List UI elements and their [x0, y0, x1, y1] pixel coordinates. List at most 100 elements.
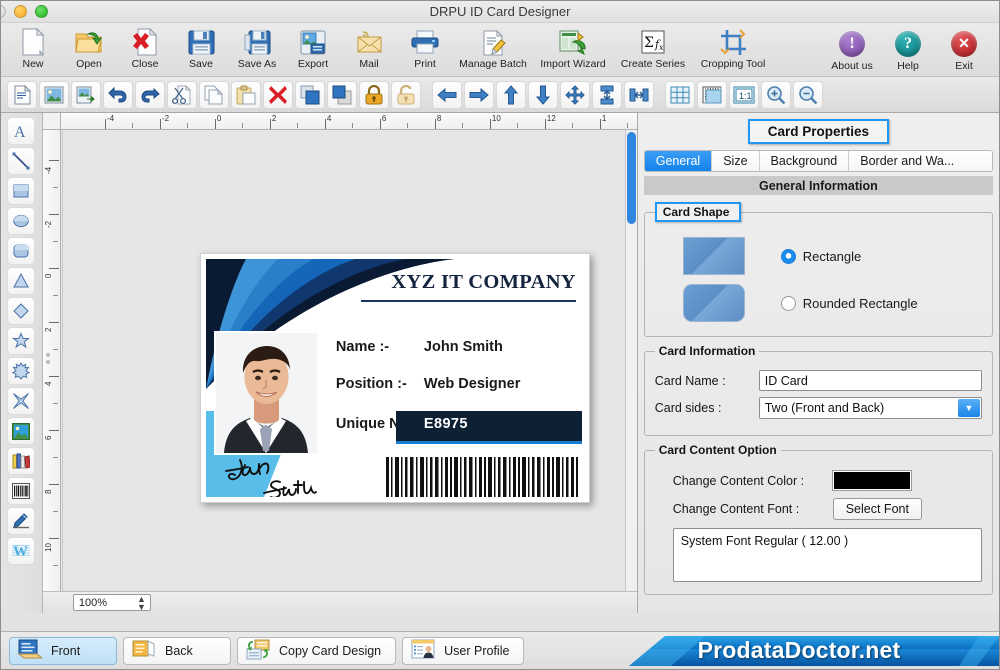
diamond-tool[interactable]: [7, 297, 36, 325]
export-icon: [300, 27, 327, 57]
toolbar-button-save[interactable]: Save: [173, 25, 229, 70]
burst-tool[interactable]: [7, 357, 36, 385]
panel-grip[interactable]: [45, 353, 50, 364]
exit-button[interactable]: ✕ Exit: [939, 27, 989, 72]
toolbar-button-close[interactable]: Close: [117, 25, 173, 70]
save-disk-icon: [188, 27, 215, 57]
edit-text-icon[interactable]: [7, 80, 37, 109]
zoom-in-icon[interactable]: [761, 80, 791, 109]
center-both-icon[interactable]: [560, 80, 590, 109]
rounded-rectangle-shape-thumbnail[interactable]: [682, 284, 745, 322]
redo-icon[interactable]: [135, 80, 165, 109]
triangle-tool[interactable]: [7, 267, 36, 295]
toolbar-label-cropping-tool: Cropping Tool: [700, 58, 766, 70]
zoom-stepper[interactable]: 100% ▲ ▼: [72, 594, 151, 611]
star-tool[interactable]: [7, 327, 36, 355]
tab-general[interactable]: General: [644, 151, 713, 171]
toolbar-button-print[interactable]: Print: [397, 25, 453, 70]
canvas-vertical-scrollbar[interactable]: [624, 130, 637, 591]
barcode-tool[interactable]: [7, 477, 36, 505]
cut-icon[interactable]: [167, 80, 197, 109]
toolbar-button-save-as[interactable]: Save As: [229, 25, 285, 70]
open-folder-icon: [75, 27, 103, 57]
ruler-icon[interactable]: [697, 80, 727, 109]
toolbar-button-create-series[interactable]: Σfx Create Series: [613, 25, 693, 70]
actual-size-icon[interactable]: 1:1: [729, 80, 759, 109]
books-tool[interactable]: [7, 447, 36, 475]
front-side-label: Front: [51, 643, 81, 658]
tab-background[interactable]: Background: [759, 151, 850, 171]
title-bar: DRPU ID Card Designer: [1, 1, 999, 23]
signature-tool[interactable]: [7, 507, 36, 535]
line-tool[interactable]: [7, 147, 36, 175]
window-title: DRPU ID Card Designer: [429, 4, 571, 19]
rounded-rectangle-tool[interactable]: [7, 237, 36, 265]
employee-photo[interactable]: [213, 331, 319, 455]
delete-icon[interactable]: [263, 80, 293, 109]
export-image-icon[interactable]: [71, 80, 101, 109]
toolbar-button-cropping-tool[interactable]: Cropping Tool: [693, 25, 773, 70]
rounded-rectangle-radio[interactable]: [780, 295, 796, 311]
align-bottom-icon[interactable]: [528, 80, 558, 109]
chevron-down-icon[interactable]: ▼: [958, 399, 981, 417]
toolbar-button-mail[interactable]: Mail: [341, 25, 397, 70]
copy-card-design-button[interactable]: Copy Card Design: [237, 636, 397, 665]
center-horizontal-icon[interactable]: [592, 80, 622, 109]
user-profile-button[interactable]: User Profile: [402, 636, 525, 665]
watermark-tool[interactable]: W: [7, 537, 36, 565]
font-description-box: System Font Regular ( 12.00 ): [672, 528, 983, 582]
send-to-back-icon[interactable]: [327, 80, 357, 109]
zoom-stepper-arrows[interactable]: ▲ ▼: [137, 594, 150, 611]
id-card-preview[interactable]: XYZ IT COMPANY Name :- John Smith Positi…: [199, 253, 590, 503]
bottom-toolbar: Front Back Copy Card Design User Profile: [1, 631, 999, 669]
text-tool[interactable]: A: [7, 117, 36, 145]
scrollbar-thumb[interactable]: [626, 132, 636, 224]
select-font-button[interactable]: Select Font: [832, 498, 922, 520]
rectangle-option[interactable]: Rectangle: [780, 248, 861, 264]
align-left-icon[interactable]: [432, 80, 462, 109]
insert-image-icon[interactable]: [39, 80, 69, 109]
toolbar-button-import-wizard[interactable]: Import Wizard: [533, 25, 613, 70]
about-us-button[interactable]: ! About us: [827, 27, 877, 72]
bring-to-front-icon[interactable]: [295, 80, 325, 109]
grid-icon[interactable]: [665, 80, 695, 109]
front-side-button[interactable]: Front: [9, 636, 117, 665]
artboard[interactable]: XYZ IT COMPANY Name :- John Smith Positi…: [61, 131, 625, 591]
toolbar-button-export[interactable]: Export: [285, 25, 341, 70]
toolbar-button-open[interactable]: Open: [61, 25, 117, 70]
rounded-rectangle-option[interactable]: Rounded Rectangle: [780, 295, 918, 311]
card-name-input[interactable]: ID Card: [758, 370, 983, 391]
svg-text:W: W: [13, 544, 28, 560]
undo-icon[interactable]: [103, 80, 133, 109]
paste-icon[interactable]: [231, 80, 261, 109]
center-vertical-icon[interactable]: [624, 80, 654, 109]
card-sides-select[interactable]: Two (Front and Back) ▼: [758, 397, 983, 419]
content-color-swatch[interactable]: [831, 470, 912, 491]
tab-size[interactable]: Size: [712, 151, 760, 171]
ellipse-tool[interactable]: [7, 207, 36, 235]
back-side-button[interactable]: Back: [123, 636, 231, 665]
card-information-legend: Card Information: [658, 344, 756, 358]
svg-text:x: x: [659, 43, 664, 52]
help-button[interactable]: ? Help: [883, 27, 933, 72]
toolbar-button-manage-batch[interactable]: Manage Batch: [453, 25, 533, 70]
align-right-icon[interactable]: [464, 80, 494, 109]
align-top-icon[interactable]: [496, 80, 526, 109]
unlock-icon[interactable]: [391, 80, 421, 109]
application-window: DRPU ID Card Designer New Open Close Sav…: [0, 0, 1000, 670]
rectangle-radio[interactable]: [780, 248, 796, 264]
canvas-status-bar: 100% ▲ ▼: [42, 591, 637, 613]
zoom-out-icon[interactable]: [793, 80, 823, 109]
four-point-star-tool[interactable]: [7, 387, 36, 415]
tab-border-and-watermark[interactable]: Border and Wa...: [849, 151, 993, 171]
rectangle-tool[interactable]: [7, 177, 36, 205]
company-rule: [360, 300, 576, 302]
toolbar-label-save-as: Save As: [237, 58, 277, 70]
card-shape-group: Card Shape Rectangle Rounded Rectangle: [643, 202, 994, 337]
about-us-label: About us: [831, 60, 873, 72]
rectangle-shape-thumbnail[interactable]: [682, 237, 745, 275]
lock-icon[interactable]: [359, 80, 389, 109]
copy-icon[interactable]: [199, 80, 229, 109]
toolbar-button-new[interactable]: New: [5, 25, 61, 70]
image-tool[interactable]: [7, 417, 36, 445]
